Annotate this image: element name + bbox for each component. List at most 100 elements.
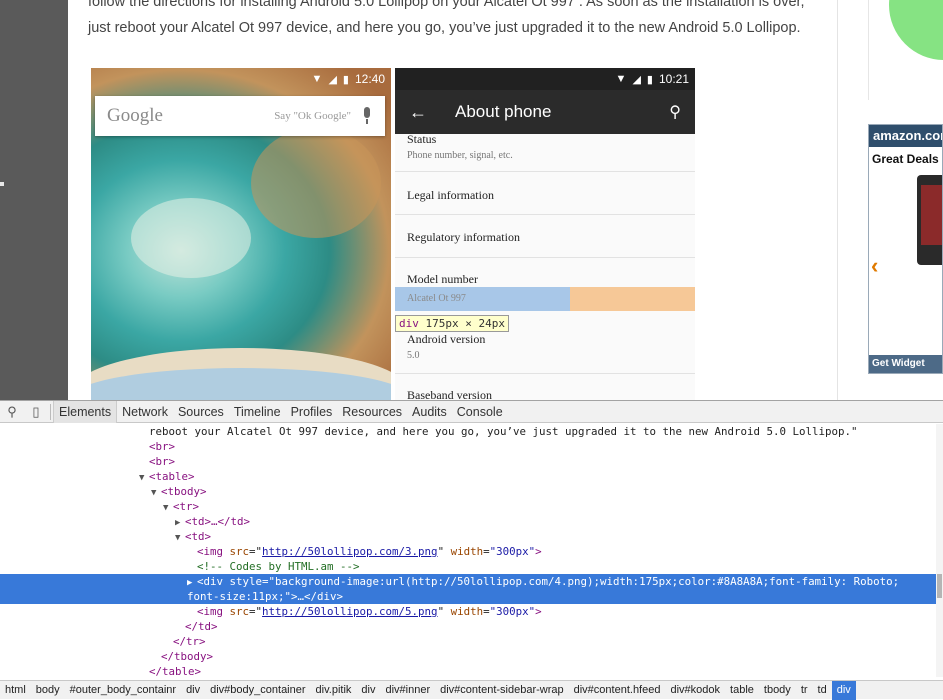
tag-text: <img: [197, 605, 230, 618]
tag-text: <tr>: [173, 500, 200, 513]
scrollbar-thumb[interactable]: [937, 574, 942, 598]
setting-title: Regulatory information: [407, 230, 520, 244]
crumb-kodok[interactable]: div#kodok: [665, 681, 725, 700]
dom-node-div-selected-cont[interactable]: font-size:11px;">…</div>: [0, 589, 936, 604]
tag-text: </tbody>: [161, 650, 214, 663]
crumb-table[interactable]: table: [725, 681, 759, 700]
screen-title: About phone: [455, 102, 552, 121]
attr-value: font-size:11px;": [187, 590, 292, 603]
wallpaper-shape: [131, 198, 251, 278]
setting-title: Legal information: [407, 188, 494, 202]
crumb-body[interactable]: body: [31, 681, 65, 700]
wifi-icon: ▼: [311, 73, 323, 85]
dom-node-tbody[interactable]: ▼ <tbody>: [0, 484, 936, 499]
dom-node-br[interactable]: <br>: [0, 439, 936, 454]
crumb-body-container[interactable]: div#body_container: [205, 681, 310, 700]
prev-arrow-icon[interactable]: ‹: [871, 253, 878, 279]
crumb-div[interactable]: div: [181, 681, 205, 700]
model-number-value: Alcatel Ot 997: [395, 287, 570, 311]
dom-node-tr[interactable]: ▼ <tr>: [0, 499, 936, 514]
setting-regulatory: Regulatory information: [407, 230, 695, 245]
dom-node-td[interactable]: ▼ <td>: [0, 529, 936, 544]
tag-text: <td>…</td>: [185, 515, 251, 528]
tag-text: <br>: [149, 440, 176, 453]
tag-text: <div: [197, 575, 230, 588]
product-screen: [921, 185, 942, 245]
dom-scrollbar[interactable]: [936, 424, 943, 677]
attr-value: "300px": [489, 545, 536, 558]
dom-close-table[interactable]: </table>: [0, 664, 936, 677]
dom-node-br[interactable]: <br>: [0, 454, 936, 469]
tab-resources[interactable]: Resources: [337, 401, 407, 423]
setting-model-number: Model number: [407, 272, 695, 287]
amazon-widget[interactable]: amazon.com Great Deals ‹ Get Widget: [868, 124, 943, 374]
dom-node-td-collapsed[interactable]: ▶ <td>…</td>: [0, 514, 936, 529]
sidebar-widget: [868, 0, 943, 100]
tag-text: <img: [197, 545, 230, 558]
tag-text: >…</div>: [291, 590, 344, 603]
tab-audits[interactable]: Audits: [407, 401, 452, 423]
dom-text-node[interactable]: reboot your Alcatel Ot 997 device, and h…: [0, 424, 936, 439]
product-image[interactable]: [917, 175, 942, 265]
tab-profiles[interactable]: Profiles: [286, 401, 338, 423]
article-line-2: just reboot your Alcatel Ot 997 device, …: [88, 20, 801, 36]
tab-network[interactable]: Network: [117, 401, 173, 423]
crumb-tbody[interactable]: tbody: [759, 681, 796, 700]
setting-subtitle: 5.0: [407, 350, 420, 361]
search-hint: Say "Ok Google": [274, 110, 351, 122]
microphone-icon: [361, 107, 373, 125]
element-size-tooltip: div 175px × 24px: [395, 315, 509, 332]
dom-node-table[interactable]: ▼ <table>: [0, 469, 936, 484]
dom-close-tbody[interactable]: </tbody>: [0, 649, 936, 664]
comment-text: <!-- Codes by HTML.am -->: [197, 560, 360, 573]
crumb-content-sidebar-wrap[interactable]: div#content-sidebar-wrap: [435, 681, 569, 700]
dom-node-img[interactable]: <img src="http://50lollipop.com/3.png" w…: [0, 544, 936, 559]
dom-node-img[interactable]: <img src="http://50lollipop.com/5.png" w…: [0, 604, 936, 619]
setting-baseband: Baseband version: [407, 388, 695, 400]
device-mode-icon[interactable]: ▯: [24, 404, 48, 420]
setting-title: Model number: [407, 272, 478, 286]
google-logo: Google: [107, 105, 163, 126]
attr-name: src: [229, 545, 250, 558]
crumb-pitik[interactable]: div.pitik: [311, 681, 357, 700]
img-src-link[interactable]: http://50lollipop.com/3.png: [262, 545, 438, 558]
tooltip-size: 175px × 24px: [418, 317, 505, 330]
tab-sources[interactable]: Sources: [173, 401, 229, 423]
crumb-html[interactable]: html: [0, 681, 31, 700]
tab-console[interactable]: Console: [452, 401, 508, 423]
attr-name: src: [229, 605, 250, 618]
about-phone-screen: ▼ ◢ ▮ 10:21 ← About phone ⚲ Status Phone…: [395, 68, 695, 400]
dom-close-td[interactable]: </td>: [0, 619, 936, 634]
crumb-inner[interactable]: div#inner: [380, 681, 435, 700]
attr-name: width: [444, 605, 484, 618]
crumb-tr[interactable]: tr: [796, 681, 813, 700]
battery-icon: ▮: [646, 73, 653, 86]
amazon-logo[interactable]: amazon.com: [869, 125, 942, 147]
inspected-element-highlight: Alcatel Ot 997: [395, 287, 695, 311]
setting-android-version: Android version 5.0: [407, 332, 695, 361]
setting-title: Android version: [407, 332, 486, 346]
setting-subtitle: Phone number, signal, etc.: [407, 150, 513, 161]
setting-legal: Legal information: [407, 188, 695, 203]
tag-text: <table>: [149, 470, 195, 483]
crumb-outer-body[interactable]: #outer_body_containr: [65, 681, 181, 700]
equals-sign: =": [249, 605, 263, 618]
crumb-div[interactable]: div: [356, 681, 380, 700]
status-time: 12:40: [354, 72, 385, 86]
dom-comment[interactable]: <!-- Codes by HTML.am -->: [0, 559, 936, 574]
tab-timeline[interactable]: Timeline: [229, 401, 286, 423]
tab-elements[interactable]: Elements: [53, 400, 118, 423]
get-widget-link[interactable]: Get Widget: [869, 355, 942, 373]
dom-close-tr[interactable]: </tr>: [0, 634, 936, 649]
crumb-content-hfeed[interactable]: div#content.hfeed: [569, 681, 666, 700]
signal-icon: ◢: [632, 73, 641, 86]
img-src-link[interactable]: http://50lollipop.com/5.png: [262, 605, 438, 618]
crumb-div-active[interactable]: div: [831, 680, 856, 700]
tag-text: <tbody>: [161, 485, 207, 498]
status-time: 10:21: [658, 72, 689, 86]
tag-close: >: [535, 545, 542, 558]
inspect-search-icon[interactable]: ⚲: [0, 404, 24, 420]
crumb-td[interactable]: td: [813, 681, 832, 700]
back-arrow-icon: ←: [409, 101, 427, 122]
divider: [395, 214, 695, 215]
